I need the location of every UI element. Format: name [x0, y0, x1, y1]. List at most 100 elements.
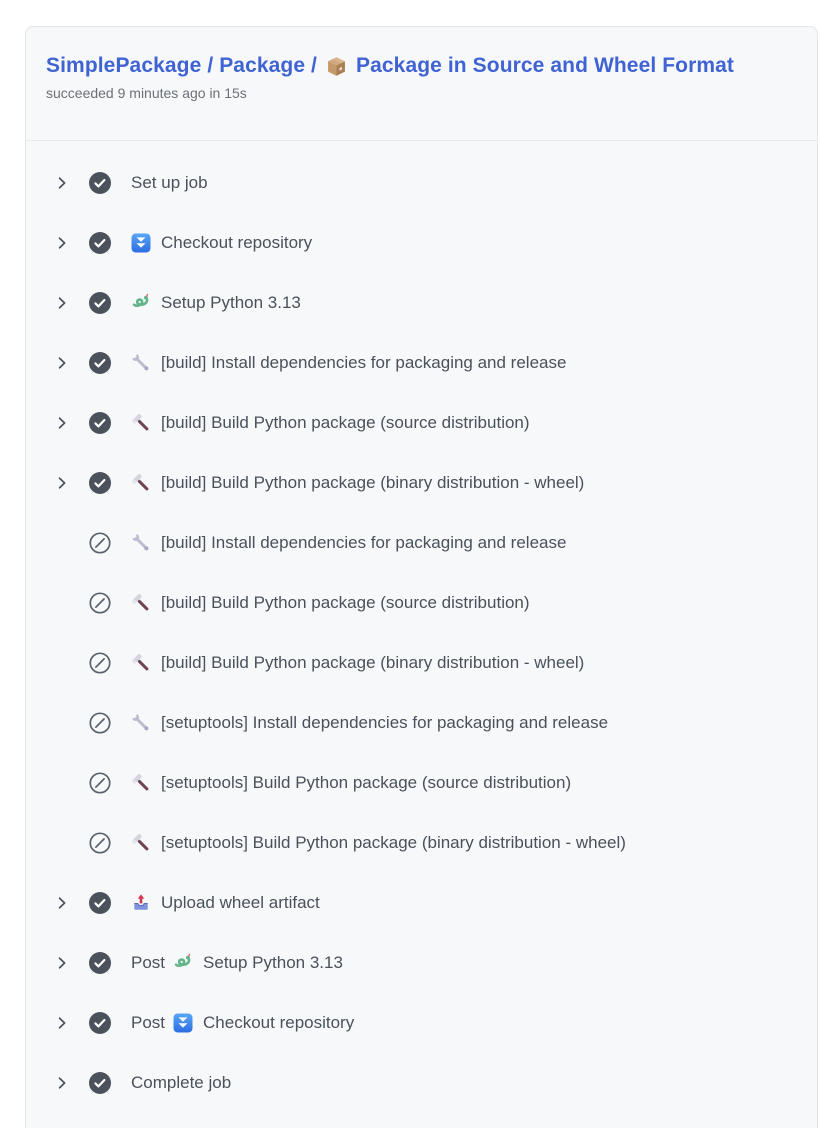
- status-icon: [89, 1012, 111, 1034]
- chevron-right-icon[interactable]: [55, 956, 69, 970]
- check-circle-icon: [89, 1012, 111, 1034]
- status-icon: [89, 952, 111, 974]
- package-icon: [325, 55, 348, 78]
- step-content: Complete job: [131, 1073, 231, 1093]
- step-row[interactable]: Post Checkout repository: [26, 993, 817, 1053]
- hammer-icon: [131, 413, 151, 433]
- skipped-icon: [89, 532, 111, 554]
- download-icon: [131, 233, 151, 253]
- status-icon: [89, 712, 111, 734]
- hammer-icon: [131, 653, 151, 673]
- step-content: [build] Install dependencies for packagi…: [131, 353, 566, 373]
- steps-list: Set up job Checkout repository Setup Pyt…: [26, 141, 817, 1113]
- job-card: SimplePackage / Package / Package in Sou…: [25, 26, 818, 1128]
- wrench-icon: [131, 353, 151, 373]
- status-icon: [89, 292, 111, 314]
- step-row[interactable]: Setup Python 3.13: [26, 273, 817, 333]
- step-label: Upload wheel artifact: [161, 893, 320, 913]
- step-label: [setuptools] Build Python package (binar…: [161, 833, 626, 853]
- check-circle-icon: [89, 952, 111, 974]
- step-label: [setuptools] Install dependencies for pa…: [161, 713, 608, 733]
- step-row[interactable]: Upload wheel artifact: [26, 873, 817, 933]
- status-icon: [89, 832, 111, 854]
- step-content: [build] Build Python package (source dis…: [131, 593, 530, 613]
- step-label: [build] Build Python package (binary dis…: [161, 653, 584, 673]
- status-icon: [89, 172, 111, 194]
- step-label: [build] Install dependencies for packagi…: [161, 353, 566, 373]
- hammer-icon: [131, 833, 151, 853]
- step-row[interactable]: Checkout repository: [26, 213, 817, 273]
- step-row[interactable]: Complete job: [26, 1053, 817, 1113]
- check-circle-icon: [89, 892, 111, 914]
- step-row[interactable]: [build] Build Python package (source dis…: [26, 393, 817, 453]
- job-name[interactable]: Package in Source and Wheel Format: [356, 54, 734, 78]
- step-content: Post Setup Python 3.13: [131, 953, 343, 973]
- step-row: [setuptools] Install dependencies for pa…: [26, 693, 817, 753]
- step-content: Set up job: [131, 173, 208, 193]
- step-row[interactable]: Set up job: [26, 153, 817, 213]
- chevron-right-icon[interactable]: [55, 1076, 69, 1090]
- check-circle-icon: [89, 172, 111, 194]
- step-label: Setup Python 3.13: [161, 293, 301, 313]
- job-breadcrumb[interactable]: SimplePackage / Package /: [46, 54, 317, 78]
- python-snake-icon: [173, 953, 193, 973]
- status-icon: [89, 232, 111, 254]
- status-icon: [89, 412, 111, 434]
- step-label: Checkout repository: [203, 1013, 354, 1033]
- status-icon: [89, 1072, 111, 1094]
- status-icon: [89, 352, 111, 374]
- status-icon: [89, 892, 111, 914]
- step-content: Checkout repository: [131, 233, 312, 253]
- check-circle-icon: [89, 292, 111, 314]
- step-prefix: Post: [131, 953, 165, 973]
- skipped-icon: [89, 772, 111, 794]
- chevron-right-icon[interactable]: [55, 1016, 69, 1030]
- chevron-right-icon[interactable]: [55, 476, 69, 490]
- status-icon: [89, 772, 111, 794]
- status-icon: [89, 472, 111, 494]
- wrench-icon: [131, 533, 151, 553]
- step-prefix: Post: [131, 1013, 165, 1033]
- wrench-icon: [131, 713, 151, 733]
- chevron-right-icon[interactable]: [55, 356, 69, 370]
- step-label: [setuptools] Build Python package (sourc…: [161, 773, 571, 793]
- chevron-right-icon[interactable]: [55, 236, 69, 250]
- step-row[interactable]: Post Setup Python 3.13: [26, 933, 817, 993]
- step-content: [build] Install dependencies for packagi…: [131, 533, 566, 553]
- hammer-icon: [131, 773, 151, 793]
- step-content: [setuptools] Build Python package (binar…: [131, 833, 626, 853]
- check-circle-icon: [89, 412, 111, 434]
- upload-tray-icon: [131, 893, 151, 913]
- download-icon: [173, 1013, 193, 1033]
- check-circle-icon: [89, 1072, 111, 1094]
- step-label: Complete job: [131, 1073, 231, 1093]
- step-content: [setuptools] Install dependencies for pa…: [131, 713, 608, 733]
- step-row: [setuptools] Build Python package (sourc…: [26, 753, 817, 813]
- step-label: Setup Python 3.13: [203, 953, 343, 973]
- chevron-right-icon[interactable]: [55, 296, 69, 310]
- step-content: Upload wheel artifact: [131, 893, 320, 913]
- check-circle-icon: [89, 352, 111, 374]
- job-title[interactable]: SimplePackage / Package / Package in Sou…: [46, 54, 797, 78]
- chevron-right-icon[interactable]: [55, 176, 69, 190]
- status-icon: [89, 532, 111, 554]
- step-content: [build] Build Python package (binary dis…: [131, 653, 584, 673]
- step-row[interactable]: [build] Install dependencies for packagi…: [26, 333, 817, 393]
- step-label: Set up job: [131, 173, 208, 193]
- step-label: [build] Build Python package (binary dis…: [161, 473, 584, 493]
- step-label: [build] Install dependencies for packagi…: [161, 533, 566, 553]
- check-circle-icon: [89, 472, 111, 494]
- check-circle-icon: [89, 232, 111, 254]
- skipped-icon: [89, 592, 111, 614]
- job-header: SimplePackage / Package / Package in Sou…: [26, 27, 817, 141]
- step-label: [build] Build Python package (source dis…: [161, 593, 530, 613]
- step-label: Checkout repository: [161, 233, 312, 253]
- step-row: [setuptools] Build Python package (binar…: [26, 813, 817, 873]
- step-row: [build] Build Python package (source dis…: [26, 573, 817, 633]
- hammer-icon: [131, 593, 151, 613]
- step-content: [build] Build Python package (binary dis…: [131, 473, 584, 493]
- chevron-right-icon[interactable]: [55, 416, 69, 430]
- hammer-icon: [131, 473, 151, 493]
- step-row[interactable]: [build] Build Python package (binary dis…: [26, 453, 817, 513]
- chevron-right-icon[interactable]: [55, 896, 69, 910]
